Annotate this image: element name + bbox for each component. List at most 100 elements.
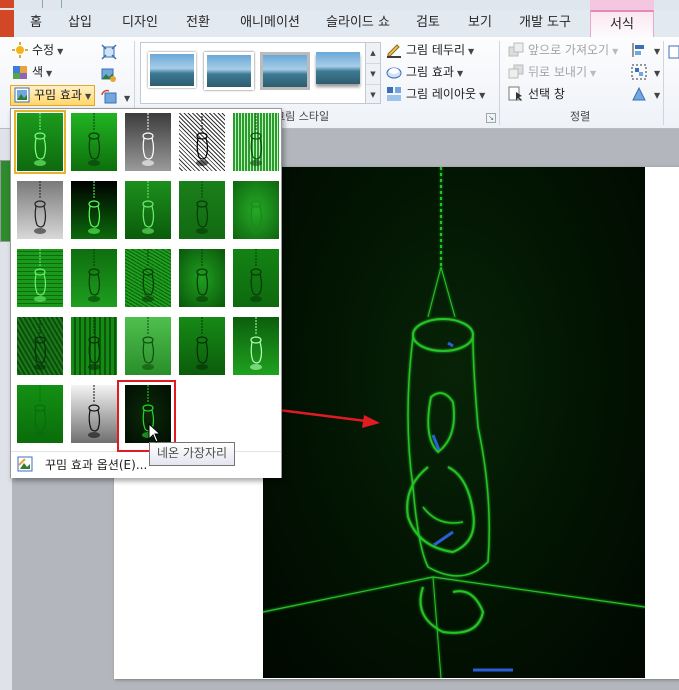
chevron-down-icon: ▼	[456, 69, 464, 78]
change-picture-button[interactable]	[101, 65, 121, 85]
gallery-scroll[interactable]: ▲ ▼ ▼	[365, 43, 380, 103]
pencil-icon	[386, 42, 402, 58]
send-backward-icon	[508, 64, 524, 80]
tab-home[interactable]: 홈	[22, 10, 50, 37]
artistic-effects-label: 꾸밈 효과	[34, 88, 82, 102]
picture-styles-group-label: 그림 스타일	[275, 110, 330, 123]
chevron-down-icon: ▼	[124, 94, 131, 103]
tab-slideshow[interactable]: 슬라이드 쇼	[320, 10, 396, 37]
chevron-down-icon: ▼	[46, 69, 53, 78]
artistic-effect-pencil-gray[interactable]	[125, 113, 171, 171]
tab-transitions[interactable]: 전환	[178, 10, 218, 37]
artistic-effect-watercolor[interactable]	[71, 249, 117, 307]
bring-forward-icon	[508, 42, 524, 58]
artistic-effects-options-item[interactable]: 꾸밈 효과 옵션(E)...	[11, 451, 281, 478]
artistic-effect-cement[interactable]	[17, 317, 63, 375]
artistic-effect-film-grain[interactable]	[125, 249, 171, 307]
artistic-effect-glow-diffused[interactable]	[179, 181, 225, 239]
gallery-more-icon[interactable]: ▼	[366, 85, 380, 105]
neon-figure-art	[263, 167, 645, 678]
artistic-effect-cutout[interactable]	[17, 385, 63, 443]
artistic-effect-line-drawing[interactable]	[233, 113, 279, 171]
align-button[interactable]: ▼	[631, 40, 660, 60]
dialog-launcher-icon[interactable]: ↘	[486, 113, 496, 123]
group-objects-button[interactable]: ▼	[631, 62, 660, 82]
picture-styles-gallery[interactable]: ▲ ▼ ▼	[140, 42, 381, 104]
color-button[interactable]: 색 ▼	[12, 62, 52, 82]
artistic-effect-texturizer[interactable]	[71, 317, 117, 375]
picture-effects-button[interactable]: 그림 효과 ▼	[386, 62, 463, 82]
chevron-down-icon: ▼	[590, 69, 597, 78]
artistic-effect-plastic-wrap[interactable]	[233, 317, 279, 375]
scroll-down-icon[interactable]: ▼	[366, 64, 380, 85]
tab-file[interactable]	[0, 10, 14, 37]
artistic-effect-mosaic-bubbles[interactable]	[179, 249, 225, 307]
picture-layout-button[interactable]: 그림 레이아웃 ▼	[386, 84, 485, 104]
chevron-down-icon: ▼	[468, 47, 475, 56]
ribbon-tabs: 홈 삽입 디자인 전환 애니메이션 슬라이드 쇼 검토 보기 개발 도구 서식	[0, 10, 679, 40]
tab-view[interactable]: 보기	[460, 10, 500, 37]
scroll-up-icon[interactable]: ▲	[366, 43, 380, 64]
bring-forward-button[interactable]: 앞으로 가져오기 ▼	[508, 40, 618, 60]
reset-picture-button[interactable]: ▼	[101, 87, 130, 107]
artistic-effect-light-screen[interactable]	[17, 249, 63, 307]
artistic-effect-pencil-sketch[interactable]	[179, 113, 225, 171]
align-icon	[631, 42, 647, 58]
artistic-effect-paint-strokes[interactable]	[71, 181, 117, 239]
chevron-down-icon: ▼	[57, 47, 64, 56]
tab-insert[interactable]: 삽입	[60, 10, 100, 37]
tab-format[interactable]: 서식	[590, 10, 654, 40]
color-icon	[12, 64, 28, 80]
compress-pictures-button[interactable]	[101, 42, 121, 62]
neon-edges-picture[interactable]	[263, 167, 645, 678]
artistic-effects-options-label: 꾸밈 효과 옵션(E)...	[45, 458, 148, 472]
size-group-cut[interactable]	[668, 42, 679, 62]
rotate-button[interactable]: ▼	[631, 84, 660, 104]
artistic-effect-photocopy[interactable]	[71, 385, 117, 443]
chevron-down-icon: ▼	[612, 47, 619, 56]
crop-icon	[668, 44, 679, 60]
group-separator	[663, 41, 664, 125]
color-label: 색	[32, 65, 44, 79]
group-separator	[499, 41, 500, 125]
selection-pane-icon	[508, 86, 524, 102]
artistic-effect-marker[interactable]	[71, 113, 117, 171]
tab-review[interactable]: 검토	[408, 10, 448, 37]
chevron-down-icon: ▼	[654, 69, 661, 78]
artistic-effects-options-icon	[17, 456, 33, 472]
artistic-effects-button[interactable]: 꾸밈 효과 ▼	[10, 85, 96, 106]
picture-effects-label: 그림 효과	[406, 65, 454, 79]
tab-developer[interactable]: 개발 도구	[510, 10, 580, 37]
picture-style-thumb[interactable]	[148, 52, 196, 88]
picture-layout-label: 그림 레이아웃	[406, 87, 477, 101]
picture-style-thumb[interactable]	[316, 52, 360, 84]
change-picture-icon	[101, 67, 117, 83]
picture-style-thumb[interactable]	[204, 52, 254, 90]
compress-icon	[101, 43, 117, 60]
artistic-effect-glass[interactable]	[233, 249, 279, 307]
effect-tooltip: 네온 가장자리	[149, 442, 235, 466]
tab-design[interactable]: 디자인	[115, 10, 165, 37]
app-icon[interactable]	[0, 0, 14, 8]
artistic-effect-pastels-smooth[interactable]	[179, 317, 225, 375]
corrections-button[interactable]: 수정 ▼	[12, 40, 63, 60]
tab-animations[interactable]: 애니메이션	[230, 10, 310, 37]
artistic-effect-none[interactable]	[14, 110, 66, 174]
artistic-effect-paint-brush[interactable]	[125, 181, 171, 239]
chevron-down-icon: ▼	[654, 47, 661, 56]
group-icon	[631, 64, 647, 80]
title-bar	[0, 0, 679, 10]
quick-access-toolbar[interactable]	[42, 0, 62, 8]
mouse-cursor-icon	[148, 422, 162, 443]
artistic-effect-crisscross-etching[interactable]	[125, 317, 171, 375]
artistic-effect-blur[interactable]	[233, 181, 279, 239]
chevron-down-icon: ▼	[479, 91, 486, 100]
picture-border-button[interactable]: 그림 테두리 ▼	[386, 40, 474, 60]
send-backward-button[interactable]: 뒤로 보내기 ▼	[508, 62, 596, 82]
artistic-effect-chalk[interactable]	[17, 181, 63, 239]
corrections-icon	[12, 41, 28, 58]
chevron-down-icon: ▼	[84, 92, 92, 101]
corrections-label: 수정	[32, 43, 55, 57]
selection-pane-button[interactable]: 선택 창	[508, 84, 565, 104]
picture-style-thumb[interactable]	[260, 52, 310, 90]
